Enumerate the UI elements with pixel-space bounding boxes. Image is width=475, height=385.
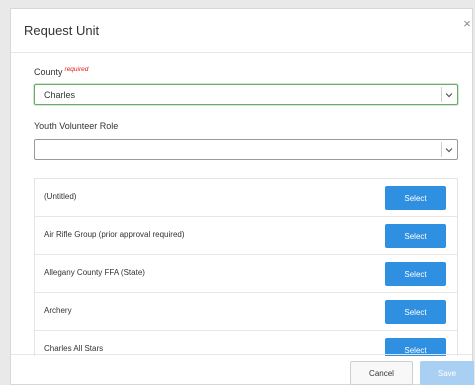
close-icon[interactable]: ×	[462, 16, 472, 31]
dialog-title: Request Unit	[24, 23, 100, 38]
unit-name: Charles All Stars	[44, 344, 104, 353]
county-label: County required	[34, 66, 88, 77]
unit-name: Allegany County FFA (State)	[44, 268, 145, 277]
unit-list[interactable]: (Untitled) Select Air Rifle Group (prior…	[34, 178, 458, 356]
cancel-button[interactable]: Cancel	[350, 361, 413, 385]
list-item: Archery Select	[35, 293, 457, 331]
unit-name: (Untitled)	[44, 192, 77, 201]
list-item: Charles All Stars Select	[35, 331, 457, 356]
unit-name: Air Rifle Group (prior approval required…	[44, 230, 185, 239]
footer-divider	[11, 354, 472, 355]
list-item: Allegany County FFA (State) Select	[35, 255, 457, 293]
select-button[interactable]: Select	[385, 300, 446, 324]
unit-name: Archery	[44, 306, 72, 315]
required-indicator: required	[64, 66, 89, 73]
county-select-value: Charles	[44, 90, 76, 100]
save-button[interactable]: Save	[420, 361, 474, 385]
county-select[interactable]: Charles	[34, 84, 458, 105]
select-button[interactable]: Select	[385, 224, 446, 248]
chevron-down-icon[interactable]	[441, 87, 455, 102]
list-item: Air Rifle Group (prior approval required…	[35, 217, 457, 255]
request-unit-dialog: Request Unit × County required Charles Yo…	[10, 8, 474, 385]
county-label-text: County	[34, 67, 63, 77]
select-button[interactable]: Select	[385, 262, 446, 286]
youth-volunteer-role-select[interactable]	[34, 139, 458, 160]
select-button[interactable]: Select	[385, 186, 446, 210]
youth-volunteer-role-label: Youth Volunteer Role	[34, 121, 119, 131]
header-divider	[11, 52, 472, 53]
list-item: (Untitled) Select	[35, 179, 457, 217]
chevron-down-icon[interactable]	[441, 142, 455, 157]
